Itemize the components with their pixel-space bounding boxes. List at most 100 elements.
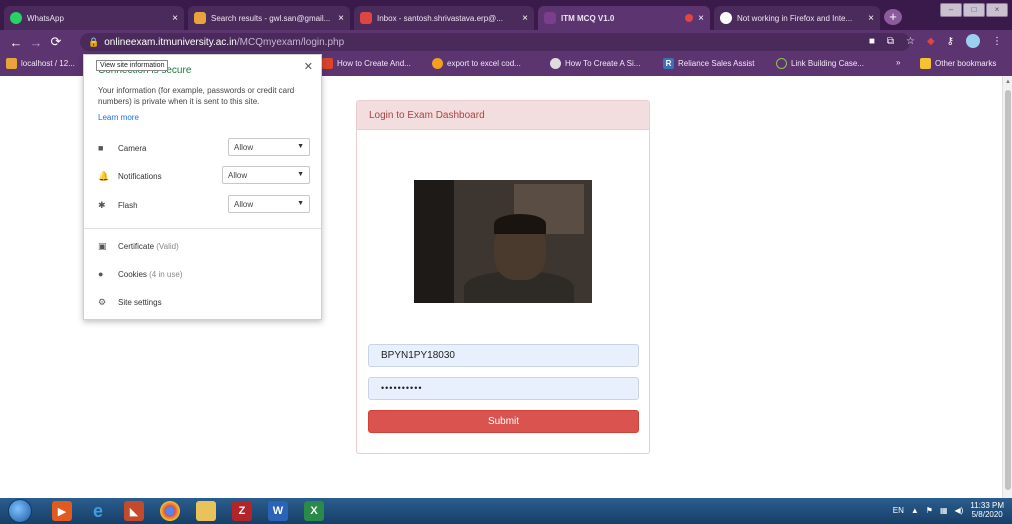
maximize-icon[interactable]: □ [963, 3, 985, 17]
bookmark-how-to-create-and[interactable]: How to Create And... [322, 58, 411, 69]
url-host: onlineexam.itmuniversity.ac.in [104, 36, 237, 48]
bookmark-export-to-excel[interactable]: export to excel cod... [432, 58, 521, 69]
tab-title: Inbox - santosh.shrivastava.erp@... [377, 13, 503, 23]
close-tab-icon[interactable]: × [868, 13, 874, 24]
close-tab-icon[interactable]: × [172, 13, 178, 24]
profile-avatar[interactable] [966, 34, 980, 48]
system-tray: EN ▲ ⚑ ▦ ◀) 11:33 PM 5/8/2020 [893, 501, 1004, 519]
page-scrollbar[interactable]: ▲ [1002, 76, 1012, 498]
clock[interactable]: 11:33 PM 5/8/2020 [970, 501, 1004, 519]
bookmark-link-building-case[interactable]: Link Building Case... [776, 58, 864, 69]
cookies-row[interactable]: ● Cookies (4 in use) [98, 269, 183, 279]
site-favicon-icon [550, 58, 561, 69]
certificate-row[interactable]: ▣ Certificate (Valid) [98, 241, 179, 252]
permission-label: Camera [118, 143, 147, 153]
tab-itm-mcq[interactable]: ITM MCQ V1.0 × [538, 6, 710, 30]
tab-search-results[interactable]: Search results - gwl.san@gmail... × [188, 6, 350, 30]
chrome-icon[interactable] [160, 501, 180, 521]
clock-time: 11:33 PM [970, 501, 1004, 510]
word-icon[interactable]: W [268, 501, 288, 521]
pdf-extension-icon[interactable]: ◆ [927, 36, 935, 47]
submit-button[interactable]: Submit [368, 410, 639, 433]
site-settings-label: Site settings [118, 298, 162, 307]
permission-label: Flash [118, 200, 138, 210]
address-bar[interactable]: 🔒 onlineexam.itmuniversity.ac.in/MCQmyex… [80, 33, 910, 51]
certificate-status: (Valid) [156, 242, 179, 251]
network-icon[interactable]: ▦ [940, 506, 948, 515]
connection-description: Your information (for example, passwords… [98, 86, 295, 106]
puzzle-piece-icon: ✱ [98, 199, 106, 210]
popup-divider [84, 228, 321, 229]
toolbar-actions: ■ ⧉ ☆ ◆ ⚷ ⋮ [869, 34, 1002, 48]
camera-in-use-icon[interactable]: ■ [869, 36, 875, 47]
bookmark-localhost[interactable]: localhost / 12... [6, 58, 75, 69]
learn-more-link[interactable]: Learn more [98, 113, 139, 122]
translate-icon[interactable]: ⧉ [887, 36, 894, 47]
windows-taskbar: ▶ e ◣ Z W X EN ▲ ⚑ ▦ ◀) 11:33 PM 5/8/202… [0, 498, 1012, 524]
volume-icon[interactable]: ◀) [955, 506, 964, 515]
tab-inbox[interactable]: Inbox - santosh.shrivastava.erp@... × [354, 6, 534, 30]
site-settings-row[interactable]: ⚙ Site settings [98, 297, 162, 308]
chevron-double-right-icon[interactable]: » [896, 58, 900, 67]
minimize-icon[interactable]: – [940, 3, 962, 17]
bookmark-label: localhost / 12... [21, 59, 75, 68]
file-explorer-icon[interactable] [196, 501, 216, 521]
close-icon[interactable]: ✕ [304, 60, 313, 73]
menu-kebab-icon[interactable]: ⋮ [992, 36, 1002, 47]
caret-down-icon: ▼ [297, 200, 304, 207]
url-path: /MCQmyexam/login.php [236, 36, 345, 48]
permission-label: Notifications [118, 171, 162, 181]
notifications-permission-select[interactable]: Allow ▼ [222, 166, 310, 184]
close-tab-icon[interactable]: × [522, 13, 528, 24]
github-icon [720, 12, 732, 24]
excel-icon[interactable]: X [304, 501, 324, 521]
bookmark-label: Other bookmarks [935, 59, 997, 68]
close-tab-icon[interactable]: × [338, 13, 344, 24]
scrollbar-thumb[interactable] [1005, 90, 1011, 490]
close-tab-icon[interactable]: × [698, 13, 704, 24]
bell-icon: 🔔 [98, 170, 110, 181]
close-window-icon[interactable]: × [986, 3, 1008, 17]
back-arrow-icon[interactable]: ← [6, 35, 26, 50]
show-hidden-icons-icon[interactable]: ▲ [911, 506, 919, 515]
internet-explorer-icon[interactable]: e [88, 501, 108, 521]
lock-icon[interactable]: 🔒 [88, 37, 99, 48]
tab-strip: WhatsApp × Search results - gwl.san@gmai… [0, 0, 1012, 30]
itm-icon [544, 12, 556, 24]
new-tab-button[interactable]: + [884, 9, 902, 25]
camera-permission-select[interactable]: Allow ▼ [228, 138, 310, 156]
tab-title: Search results - gwl.san@gmail... [211, 13, 331, 23]
reload-icon[interactable]: ⟳ [46, 34, 66, 50]
language-indicator[interactable]: EN [893, 506, 904, 515]
password-input[interactable]: •••••••••• [368, 377, 639, 400]
media-player-icon[interactable]: ▶ [52, 501, 72, 521]
search-results-icon [194, 12, 206, 24]
star-bookmark-icon[interactable]: ☆ [906, 36, 915, 47]
key-icon[interactable]: ⚷ [947, 36, 954, 47]
bookmark-other-bookmarks[interactable]: Other bookmarks [920, 58, 996, 69]
select-value: Allow [234, 143, 254, 152]
browser-toolbar: ← → ⟳ 🔒 onlineexam.itmuniversity.ac.in/M… [0, 30, 1012, 54]
username-input[interactable]: BPYN1PY18030 [368, 344, 639, 367]
bookmarks-overflow[interactable]: » [896, 58, 900, 67]
flash-permission-select[interactable]: Allow ▼ [228, 195, 310, 213]
tab-whatsapp[interactable]: WhatsApp × [4, 6, 184, 30]
bookmark-how-to-create-a-site[interactable]: How To Create A Si... [550, 58, 640, 69]
tab-github[interactable]: Not working in Firefox and Inte... × [714, 6, 880, 30]
paint-icon[interactable]: ◣ [124, 501, 144, 521]
gear-icon: ⚙ [98, 297, 107, 307]
window-controls: – □ × [940, 3, 1008, 17]
certificate-label: Certificate [118, 242, 155, 251]
bookmark-label: export to excel cod... [447, 59, 521, 68]
start-button[interactable] [8, 499, 32, 523]
forward-arrow-icon[interactable]: → [26, 35, 46, 50]
scroll-up-arrow-icon[interactable]: ▲ [1005, 79, 1011, 85]
mail-icon [360, 12, 372, 24]
phpmyadmin-icon [6, 58, 17, 69]
tab-title: Not working in Firefox and Inte... [737, 13, 853, 23]
cookie-icon: ● [98, 269, 104, 279]
action-center-flag-icon[interactable]: ⚑ [926, 506, 933, 515]
whatsapp-icon [10, 12, 22, 24]
filezilla-icon[interactable]: Z [232, 501, 252, 521]
bookmark-reliance-sales-assist[interactable]: R Reliance Sales Assist [663, 58, 754, 69]
